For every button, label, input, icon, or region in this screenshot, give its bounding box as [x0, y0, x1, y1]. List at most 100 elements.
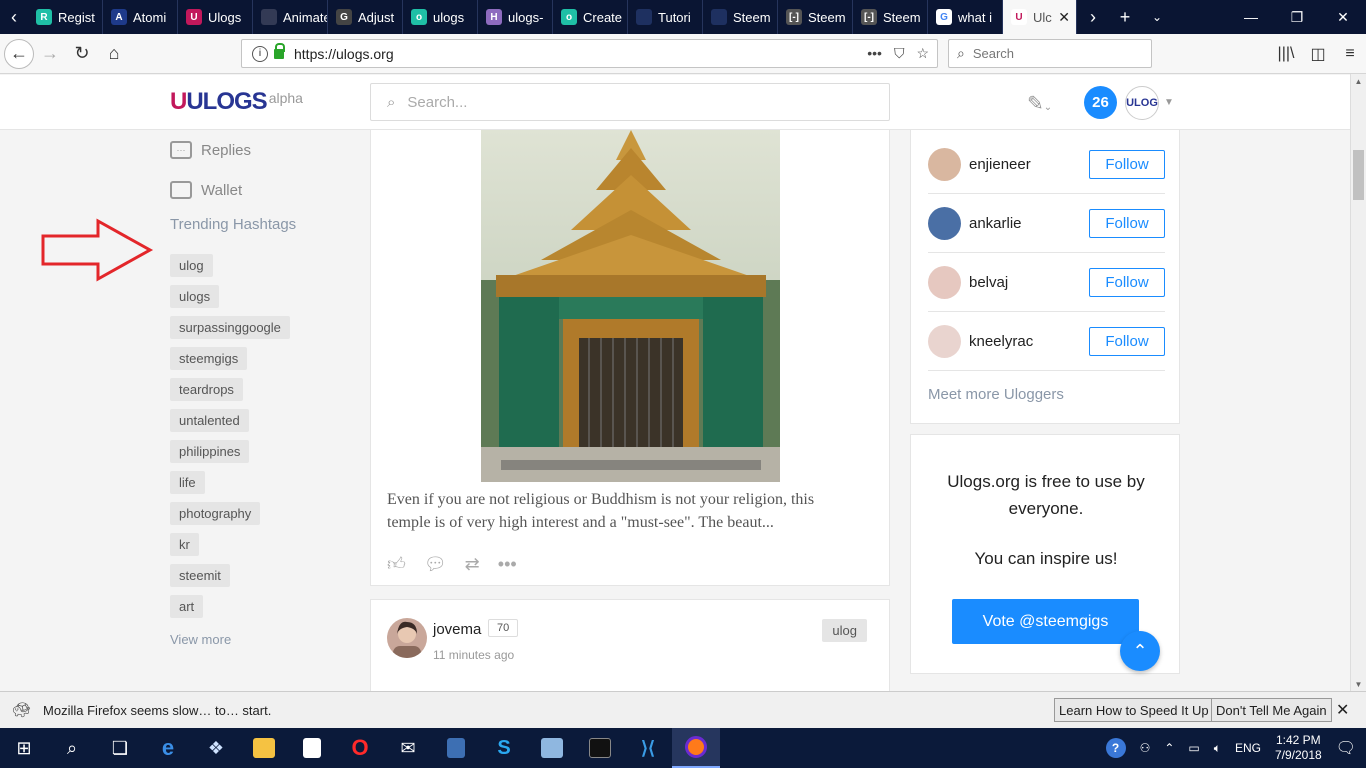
- author-name[interactable]: jovema: [433, 621, 481, 638]
- battery-icon[interactable]: ▭: [1188, 741, 1199, 755]
- dont-tell-me-again-button[interactable]: Don't Tell Me Again: [1211, 698, 1332, 722]
- ulogs-logo[interactable]: UULOGS alpha: [170, 88, 303, 116]
- user-name[interactable]: enjieneer: [969, 156, 1031, 173]
- user-name[interactable]: belvaj: [969, 274, 1008, 291]
- terminal-icon[interactable]: [576, 728, 624, 768]
- new-tab-icon[interactable]: +: [1109, 7, 1141, 28]
- reblog-icon[interactable]: ⇄: [465, 554, 480, 575]
- browser-tab[interactable]: AAtomi: [103, 0, 178, 34]
- file-explorer-icon[interactable]: [240, 728, 288, 768]
- bookmark-star-icon[interactable]: ☆: [916, 45, 929, 62]
- post-tag[interactable]: ulog: [822, 619, 867, 642]
- photo-app-icon[interactable]: [528, 728, 576, 768]
- post-timestamp[interactable]: 11 minutes ago: [433, 648, 514, 662]
- hashtag-chip[interactable]: art: [170, 595, 203, 618]
- user-name[interactable]: kneelyrac: [969, 333, 1033, 350]
- mail-icon[interactable]: ✉: [384, 728, 432, 768]
- restore-icon[interactable]: ❐: [1274, 9, 1320, 26]
- browser-tab[interactable]: [-]Steem: [853, 0, 928, 34]
- tab-scroll-left-icon[interactable]: ‹: [0, 0, 28, 34]
- follow-button[interactable]: Follow: [1089, 268, 1165, 297]
- browser-tab[interactable]: oulogs: [403, 0, 478, 34]
- post-excerpt[interactable]: Even if you are not religious or Buddhis…: [387, 488, 857, 534]
- hashtag-chip[interactable]: teardrops: [170, 378, 243, 401]
- volume-icon[interactable]: 🔈︎: [1214, 741, 1221, 756]
- page-actions-icon[interactable]: •••: [867, 45, 882, 62]
- browser-tab[interactable]: [-]Steem: [778, 0, 853, 34]
- skype-icon[interactable]: S: [480, 728, 528, 768]
- people-icon[interactable]: ⚇: [1140, 741, 1151, 755]
- user-avatar[interactable]: [928, 148, 961, 181]
- user-name[interactable]: ankarlie: [969, 215, 1022, 232]
- firefox-icon[interactable]: [672, 728, 720, 768]
- pocket-icon[interactable]: ⛉: [894, 45, 905, 62]
- browser-tab[interactable]: Hulogs-: [478, 0, 553, 34]
- vote-button[interactable]: Vote @steemgigs: [952, 599, 1139, 644]
- meet-more-link[interactable]: Meet more Uloggers: [928, 386, 1064, 403]
- back-icon[interactable]: ←: [4, 39, 34, 69]
- window-close-icon[interactable]: ✕: [1320, 9, 1366, 26]
- hashtag-chip[interactable]: kr: [170, 533, 199, 556]
- tab-active[interactable]: U Ulc ✕: [1003, 0, 1077, 34]
- tab-close-icon[interactable]: ✕: [1058, 9, 1070, 26]
- tab-list-chevron-icon[interactable]: ⌄: [1141, 10, 1173, 24]
- language-indicator[interactable]: ENG: [1235, 741, 1261, 755]
- reload-icon[interactable]: ↻: [66, 38, 98, 70]
- browser-tab[interactable]: UUlogs: [178, 0, 253, 34]
- user-avatar[interactable]: ULOG: [1125, 86, 1159, 120]
- sidebar-toggle-icon[interactable]: ◫: [1302, 39, 1334, 69]
- edge-icon[interactable]: e: [144, 728, 192, 768]
- minimize-icon[interactable]: —: [1228, 9, 1274, 25]
- more-options-icon[interactable]: •••: [498, 554, 517, 575]
- comment-icon[interactable]: 💬︎: [424, 554, 447, 575]
- site-search-input[interactable]: ⌕ Search...: [370, 83, 890, 121]
- close-icon[interactable]: ✕: [1336, 700, 1349, 720]
- opera-icon[interactable]: O: [336, 728, 384, 768]
- sidebar-item-wallet[interactable]: Wallet: [170, 170, 350, 210]
- browser-search-field[interactable]: ⌕ Search: [948, 39, 1152, 68]
- home-icon[interactable]: ⌂: [98, 38, 130, 70]
- hashtag-chip[interactable]: philippines: [170, 440, 249, 463]
- browser-tab[interactable]: oCreate: [553, 0, 628, 34]
- tray-chevron-icon[interactable]: ⌃: [1164, 741, 1174, 755]
- hashtag-chip[interactable]: surpassinggoogle: [170, 316, 290, 339]
- task-view-icon[interactable]: ❏: [96, 728, 144, 768]
- hashtag-chip[interactable]: life: [170, 471, 205, 494]
- like-icon[interactable]: 👍︎: [387, 553, 406, 575]
- library-icon[interactable]: |||\: [1270, 39, 1302, 69]
- page-scrollbar[interactable]: ▲ ▼: [1350, 74, 1366, 691]
- start-windows-icon[interactable]: ⊞: [0, 728, 48, 768]
- info-icon[interactable]: i: [252, 46, 268, 62]
- user-avatar[interactable]: [928, 207, 961, 240]
- temple-post-image[interactable]: [481, 130, 780, 482]
- post-card[interactable]: jovema 70 11 minutes ago ulog: [370, 599, 890, 694]
- scroll-to-top-button[interactable]: ⌃: [1120, 631, 1160, 671]
- hashtag-chip[interactable]: ulog: [170, 254, 213, 277]
- post-card[interactable]: Even if you are not religious or Buddhis…: [370, 130, 890, 586]
- hashtag-chip[interactable]: steemgigs: [170, 347, 247, 370]
- scroll-up-icon[interactable]: ▲: [1351, 77, 1366, 86]
- url-bar[interactable]: i https://ulogs.org ••• ⛉ ☆: [241, 39, 938, 68]
- browser-tab[interactable]: GAdjust: [328, 0, 403, 34]
- browser-tab[interactable]: Animated: [253, 0, 328, 34]
- action-center-icon[interactable]: 🗨︎: [1336, 738, 1356, 758]
- follow-button[interactable]: Follow: [1089, 209, 1165, 238]
- user-avatar[interactable]: [928, 325, 961, 358]
- help-icon[interactable]: ?: [1106, 738, 1126, 758]
- learn-speed-button[interactable]: Learn How to Speed It Up: [1054, 698, 1214, 722]
- hashtag-chip[interactable]: untalented: [170, 409, 249, 432]
- dropbox-icon[interactable]: ❖: [192, 728, 240, 768]
- scroll-down-icon[interactable]: ▼: [1351, 680, 1366, 689]
- notification-count-badge[interactable]: 26: [1084, 86, 1117, 119]
- search-icon[interactable]: ⌕: [48, 728, 96, 768]
- forward-icon[interactable]: →: [34, 38, 66, 70]
- browser-tab[interactable]: RRegist: [28, 0, 103, 34]
- view-more-link[interactable]: View more: [170, 632, 350, 647]
- follow-button[interactable]: Follow: [1089, 150, 1165, 179]
- vscode-icon[interactable]: ⟩⟨: [624, 728, 672, 768]
- url-text[interactable]: https://ulogs.org: [294, 46, 394, 62]
- scrollbar-thumb[interactable]: [1353, 150, 1364, 200]
- hashtag-chip[interactable]: photography: [170, 502, 260, 525]
- browser-tab[interactable]: Gwhat i: [928, 0, 1003, 34]
- clock[interactable]: 1:42 PM 7/9/2018: [1275, 733, 1322, 763]
